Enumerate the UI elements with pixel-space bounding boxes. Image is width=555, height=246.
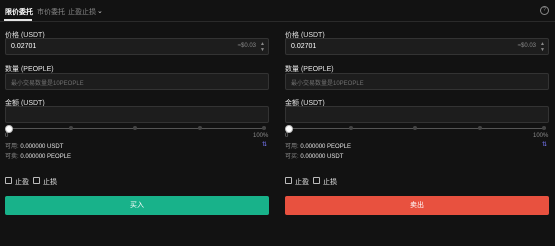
slider-min-label: 0 (285, 133, 289, 139)
price-usd-estimate: ≈$0.03 (237, 43, 256, 49)
buyable-label: 可买: (285, 154, 299, 160)
slider-tick-100[interactable] (542, 126, 546, 130)
take-profit-label: 止盈 (15, 179, 29, 186)
step-down-icon[interactable]: ▼ (539, 47, 546, 53)
stop-loss-checkbox[interactable] (33, 177, 40, 184)
buy-panel: 价格 (USDT) 0.02701 ≈$0.03 ▲ ▼ 数量 (PEOPLE)… (5, 0, 269, 246)
swap-icon[interactable]: ⇅ (542, 141, 547, 148)
slider-tick-75[interactable] (198, 126, 202, 130)
buy-percent-slider[interactable] (8, 128, 266, 129)
available-value: 0.000000 USDT (20, 144, 64, 150)
take-profit-checkbox[interactable] (285, 177, 292, 184)
price-value: 0.02701 (11, 43, 37, 50)
slider-tick-50[interactable] (413, 126, 417, 130)
available-value: 0.000000 PEOPLE (300, 144, 352, 150)
stop-loss-label: 止损 (43, 179, 57, 186)
take-profit-label: 止盈 (295, 179, 309, 186)
slider-tick-25[interactable] (69, 126, 73, 130)
stop-loss-label: 止损 (323, 179, 337, 186)
sell-quantity-input[interactable]: 最小交易数量是10PEOPLE (285, 73, 549, 90)
available-row: 可用: 0.000000 PEOPLE (285, 141, 351, 150)
sellable-row: 可卖: 0.000000 PEOPLE (5, 151, 71, 160)
buyable-value: 0.000000 USDT (300, 154, 344, 160)
buy-quantity-input[interactable]: 最小交易数量是10PEOPLE (5, 73, 269, 90)
buy-amount-input[interactable] (5, 106, 269, 123)
price-value: 0.02701 (291, 43, 317, 50)
slider-max-label: 100% (533, 133, 549, 139)
buy-button[interactable]: 买入 (5, 196, 269, 215)
swap-icon[interactable]: ⇅ (262, 141, 267, 148)
slider-min-label: 0 (5, 133, 9, 139)
slider-tick-50[interactable] (133, 126, 137, 130)
available-label: 可用: (5, 144, 19, 150)
stop-loss-checkbox[interactable] (313, 177, 320, 184)
sell-button[interactable]: 卖出 (285, 196, 549, 215)
buy-price-input[interactable]: 0.02701 ≈$0.03 ▲ ▼ (5, 38, 269, 55)
available-row: 可用: 0.000000 USDT (5, 141, 63, 150)
quantity-placeholder: 最小交易数量是10PEOPLE (291, 81, 364, 87)
slider-tick-100[interactable] (262, 126, 266, 130)
slider-thumb[interactable] (285, 125, 293, 133)
quantity-placeholder: 最小交易数量是10PEOPLE (11, 81, 84, 87)
step-down-icon[interactable]: ▼ (259, 47, 266, 53)
slider-tick-25[interactable] (349, 126, 353, 130)
sellable-label: 可卖: (5, 154, 19, 160)
available-label: 可用: (285, 144, 299, 150)
slider-thumb[interactable] (5, 125, 13, 133)
sell-price-input[interactable]: 0.02701 ≈$0.03 ▲ ▼ (285, 38, 549, 55)
price-usd-estimate: ≈$0.03 (517, 43, 536, 49)
take-profit-checkbox[interactable] (5, 177, 12, 184)
sell-panel: 价格 (USDT) 0.02701 ≈$0.03 ▲ ▼ 数量 (PEOPLE)… (285, 0, 549, 246)
slider-max-label: 100% (253, 133, 269, 139)
slider-tick-75[interactable] (478, 126, 482, 130)
sell-percent-slider[interactable] (288, 128, 546, 129)
sellable-value: 0.000000 PEOPLE (20, 154, 72, 160)
buyable-row: 可买: 0.000000 USDT (285, 151, 343, 160)
sell-amount-input[interactable] (285, 106, 549, 123)
